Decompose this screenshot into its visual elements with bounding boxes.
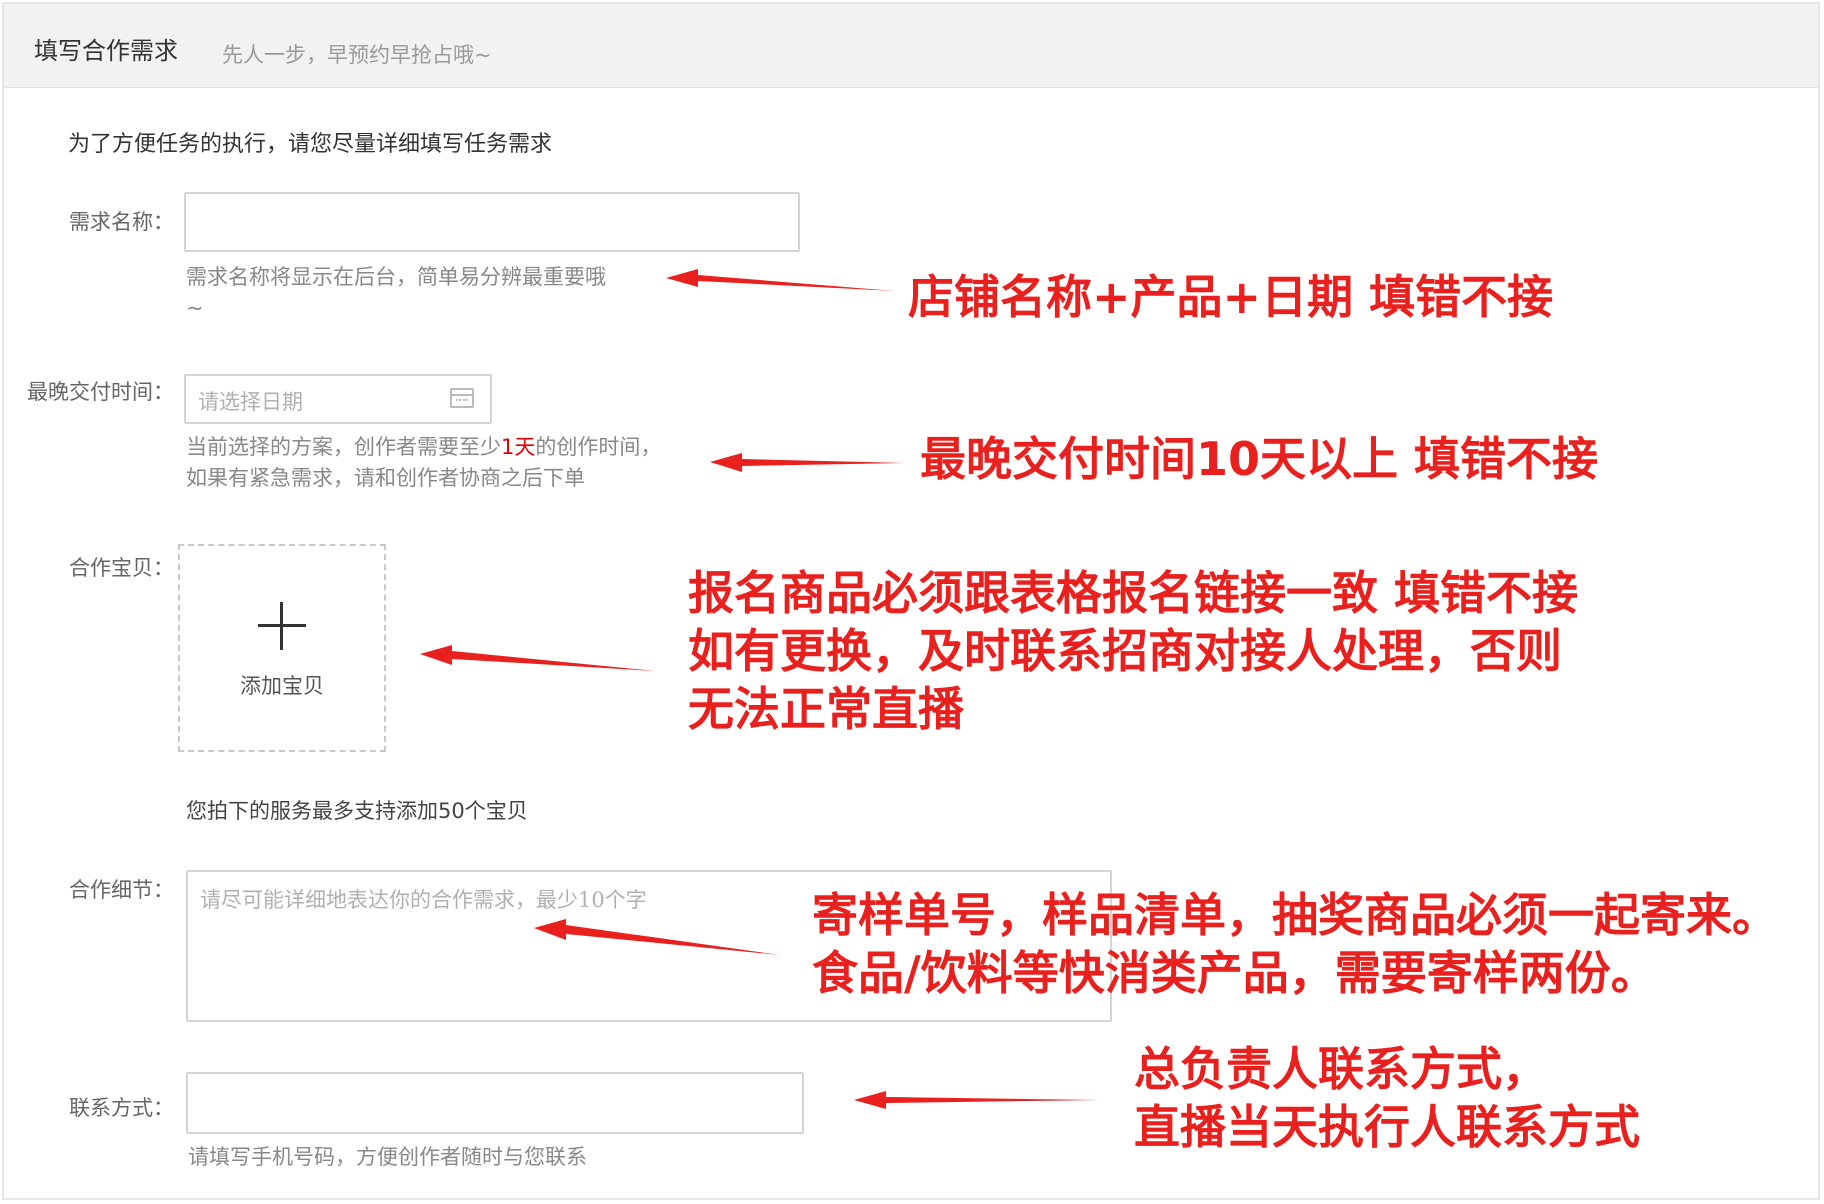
arrow-to-contact [854, 1091, 1100, 1109]
arrow-to-details [534, 919, 780, 955]
arrow-to-add-item [420, 645, 655, 671]
arrow-to-deadline-hint [710, 453, 905, 472]
arrow-to-name-hint [666, 269, 895, 291]
annotation-arrows [420, 269, 1100, 1109]
